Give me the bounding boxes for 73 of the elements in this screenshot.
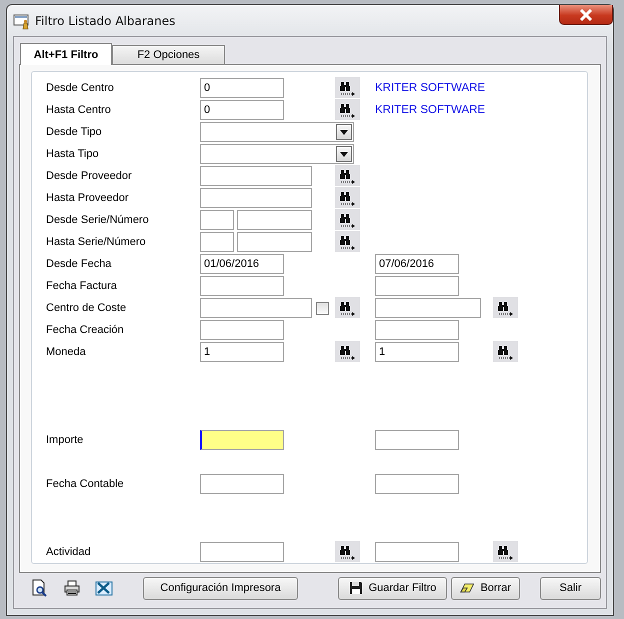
preview-icon[interactable] — [30, 578, 49, 598]
field-label: Desde Proveedor — [46, 170, 133, 182]
field-label: Hasta Proveedor — [46, 192, 130, 204]
search-button[interactable] — [335, 209, 360, 230]
input-field[interactable] — [237, 210, 312, 230]
input-field[interactable] — [200, 232, 234, 252]
input-field[interactable]: 1 — [375, 342, 459, 362]
field-label: Fecha Factura — [46, 280, 118, 292]
input-field[interactable] — [200, 430, 284, 450]
close-button[interactable] — [559, 5, 613, 25]
input-field[interactable]: 01/06/2016 — [200, 254, 284, 274]
input-field[interactable]: 0 — [200, 100, 284, 120]
search-button[interactable] — [493, 541, 518, 562]
search-button[interactable] — [335, 187, 360, 208]
dropdown-arrow-icon — [340, 130, 348, 134]
field-label: Desde Tipo — [46, 126, 103, 138]
clear-button[interactable]: Borrar — [451, 576, 520, 600]
input-field[interactable] — [200, 542, 284, 562]
tab[interactable]: Alt+F1 Filtro — [20, 43, 112, 65]
eraser-icon — [460, 582, 474, 594]
field-label: Centro de Coste — [46, 302, 128, 314]
input-field[interactable] — [200, 474, 284, 494]
tab[interactable]: F2 Opciones — [112, 45, 225, 64]
input-field[interactable] — [200, 210, 234, 230]
input-field[interactable]: 1 — [200, 342, 284, 362]
spreadsheet-export-icon[interactable] — [94, 578, 113, 598]
input-field[interactable] — [375, 542, 459, 562]
exit-button[interactable]: Salir — [540, 576, 601, 600]
printer-icon[interactable] — [62, 578, 81, 598]
input-field[interactable] — [375, 430, 459, 450]
company-name: KRITER SOFTWARE — [375, 104, 486, 116]
field-label: Hasta Serie/Número — [46, 236, 147, 248]
close-icon — [578, 8, 594, 20]
company-name: KRITER SOFTWARE — [375, 82, 486, 94]
input-field[interactable] — [375, 276, 459, 296]
input-field[interactable] — [200, 188, 312, 208]
input-field[interactable] — [200, 298, 312, 318]
field-label: Desde Centro — [46, 82, 115, 94]
search-button[interactable] — [335, 99, 360, 120]
search-button[interactable] — [335, 77, 360, 98]
checkbox[interactable] — [316, 302, 329, 314]
field-label: Moneda — [46, 346, 87, 358]
input-field[interactable] — [237, 232, 312, 252]
field-label: Desde Fecha — [46, 258, 112, 270]
printer-settings-button[interactable]: Configuración Impresora — [143, 576, 298, 600]
field-label: Actividad — [46, 546, 92, 558]
input-field[interactable]: 07/06/2016 — [375, 254, 459, 274]
window-title: Filtro Listado Albaranes — [35, 14, 176, 28]
search-button[interactable] — [493, 341, 518, 362]
input-field[interactable] — [375, 320, 459, 340]
input-field[interactable] — [375, 298, 481, 318]
field-label: Desde Serie/Número — [46, 214, 150, 226]
dropdown[interactable] — [200, 122, 354, 142]
search-button[interactable] — [335, 541, 360, 562]
input-field[interactable]: 0 — [200, 78, 284, 98]
search-button[interactable] — [335, 231, 360, 252]
field-label: Importe — [46, 434, 84, 446]
field-label: Hasta Centro — [46, 104, 112, 116]
search-button[interactable] — [493, 297, 518, 318]
search-button[interactable] — [335, 297, 360, 318]
input-field[interactable] — [200, 276, 284, 296]
search-button[interactable] — [335, 165, 360, 186]
field-label: Fecha Contable — [46, 478, 125, 490]
field-label: Fecha Creación — [46, 324, 125, 336]
save-filter-button[interactable]: Guardar Filtro — [338, 576, 447, 600]
input-field[interactable] — [375, 474, 459, 494]
input-field[interactable] — [200, 166, 312, 186]
field-label: Hasta Tipo — [46, 148, 100, 160]
window-app-icon — [13, 14, 31, 30]
input-field[interactable] — [200, 320, 284, 340]
dropdown-arrow-icon — [340, 152, 348, 156]
dropdown[interactable] — [200, 144, 354, 164]
search-button[interactable] — [335, 341, 360, 362]
